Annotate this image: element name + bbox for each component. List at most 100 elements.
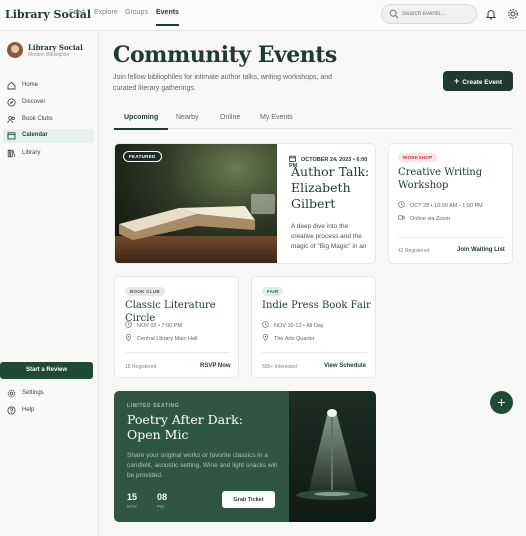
fair-interested: 500+ Interested (262, 364, 297, 370)
settings-icon (7, 389, 16, 398)
fair-event-card[interactable]: FAIR Indie Press Book Fair NOV 10-12 • A… (251, 276, 376, 378)
plus-icon: + (497, 394, 506, 410)
page-subtitle: Join fellow bibliophiles for intimate au… (113, 74, 333, 92)
bookclub-datetime-text: NOV 02 • 7:00 PM (137, 323, 183, 329)
library-icon (7, 149, 16, 158)
calendar-icon (289, 155, 296, 162)
location-pin-icon (262, 334, 269, 341)
sidebar-item-label: Home (22, 82, 39, 88)
divider (125, 352, 230, 353)
start-review-button[interactable]: Start a Review (0, 362, 93, 379)
view-schedule-link[interactable]: View Schedule (324, 363, 366, 369)
workshop-event-card[interactable]: WORKSHOP Creative Writing Workshop OCT 2… (388, 143, 513, 264)
workshop-datetime-text: OCT 28 • 10:00 AM - 1:00 PM (410, 203, 483, 209)
rsvp-now-link[interactable]: RSVP Now (200, 363, 231, 369)
sidebar-item-label: Settings (22, 390, 44, 396)
create-event-label: Create Event (462, 79, 502, 86)
search-input[interactable] (402, 8, 472, 20)
nav-events[interactable]: Events (156, 9, 179, 26)
bookclub-registered: 18 Registered (125, 364, 157, 370)
top-bar: Library Social Feed Explore Groups Event… (0, 0, 526, 31)
sidebar-item-book-clubs[interactable]: Book Clubs (3, 113, 94, 127)
sidebar-item-label: Help (22, 407, 35, 413)
sidebar-item-label: Discover (22, 99, 46, 105)
workshop-badge: WORKSHOP (398, 153, 438, 162)
promo-eyebrow: LIMITED SEATING (127, 403, 180, 409)
featured-title[interactable]: Author Talk: Elizabeth Gilbert (291, 164, 373, 212)
bookclub-event-card[interactable]: BOOK CLUB Classic Literature Circle NOV … (114, 276, 239, 378)
sidebar-item-home[interactable]: Home (3, 79, 94, 93)
create-event-button[interactable]: + Create Event (443, 71, 513, 91)
workshop-title[interactable]: Creative Writing Workshop (398, 166, 508, 192)
plus-icon: + (453, 76, 460, 86)
promo-time-label: PM (157, 504, 164, 509)
location-pin-icon (125, 334, 132, 341)
promo-event-card[interactable]: LIMITED SEATING Poetry After Dark: Open … (114, 391, 376, 522)
promo-date-time: 08 PM (157, 492, 177, 509)
calendar-icon (7, 132, 16, 140)
fair-location: The Arts Quarter (262, 334, 315, 342)
tab-my-events[interactable]: My Events (260, 114, 293, 121)
promo-day-label: NOV (127, 504, 137, 509)
divider (398, 237, 505, 238)
sidebar-item-settings[interactable]: Settings (3, 387, 94, 401)
clock-icon (125, 321, 132, 328)
bookclub-datetime: NOV 02 • 7:00 PM (125, 321, 182, 329)
sidebar-item-label: Library (22, 150, 41, 156)
fair-badge: FAIR (262, 287, 284, 296)
divider (262, 352, 367, 353)
bookclub-location-text: Central Library Main Hall (137, 336, 198, 342)
clock-icon (262, 321, 269, 328)
nav-groups[interactable]: Groups (125, 9, 148, 16)
gear-icon[interactable] (507, 8, 519, 20)
sidebar-item-label: Calendar (22, 132, 48, 138)
promo-day-number: 15 (127, 492, 138, 502)
tab-upcoming[interactable]: Upcoming (113, 114, 169, 130)
clock-icon (398, 201, 405, 208)
sidebar-item-calendar[interactable]: Calendar (3, 129, 94, 143)
user-subtitle: Modern Bibliophile (28, 52, 70, 58)
workshop-location-text: Online via Zoom (410, 216, 451, 222)
tabs: Upcoming Nearby Online My Events (113, 109, 513, 130)
nav-explore[interactable]: Explore (94, 9, 118, 16)
workshop-registered: 42 Registered (398, 248, 430, 254)
video-icon (398, 215, 405, 220)
compass-icon (7, 98, 16, 107)
featured-book-image (115, 144, 277, 263)
workshop-datetime: OCT 28 • 10:00 AM - 1:00 PM (398, 201, 483, 209)
promo-description: Share your original works or favorite cl… (127, 452, 277, 479)
featured-description: A deep dive into the creative process an… (291, 223, 367, 250)
sidebar-item-library[interactable]: Library (3, 147, 94, 161)
promo-date-day: 15 NOV (127, 492, 147, 509)
bell-icon[interactable] (485, 8, 497, 20)
help-icon (7, 406, 16, 415)
search-icon (389, 9, 399, 19)
fair-datetime-text: NOV 10-12 • All Day (274, 323, 324, 329)
sidebar: Library Social Modern Bibliophile Home D… (0, 31, 99, 536)
sidebar-item-help[interactable]: Help (3, 404, 94, 418)
home-icon (7, 81, 16, 90)
avatar[interactable] (7, 42, 23, 58)
promo-time-number: 08 (157, 492, 168, 502)
group-icon (7, 116, 15, 124)
featured-badge: FEATURED (123, 151, 162, 162)
fair-location-text: The Arts Quarter (274, 336, 315, 342)
tab-nearby[interactable]: Nearby (176, 114, 199, 121)
page-title: Community Events (113, 42, 337, 68)
featured-event-card[interactable]: FEATURED OCTOBER 24, 2023 • 6:00 PM Auth… (114, 143, 376, 264)
workshop-location: Online via Zoom (398, 214, 450, 222)
sidebar-item-discover[interactable]: Discover (3, 96, 94, 110)
tab-online[interactable]: Online (220, 114, 240, 121)
search-box[interactable] (381, 4, 477, 24)
join-waiting-list-link[interactable]: Join Waiting List (457, 247, 505, 253)
fair-datetime: NOV 10-12 • All Day (262, 321, 324, 329)
bookclub-location: Central Library Main Hall (125, 334, 198, 342)
fair-title[interactable]: Indie Press Book Fair (262, 299, 374, 312)
promo-title[interactable]: Poetry After Dark: Open Mic (127, 412, 277, 442)
user-name: Library Social (28, 43, 83, 52)
grab-ticket-button[interactable]: Grab Ticket (222, 491, 275, 508)
microphone-image (289, 391, 376, 522)
add-fab-button[interactable]: + (490, 391, 513, 414)
sidebar-item-label: Book Clubs (22, 116, 53, 122)
nav-feed[interactable]: Feed (69, 9, 85, 16)
